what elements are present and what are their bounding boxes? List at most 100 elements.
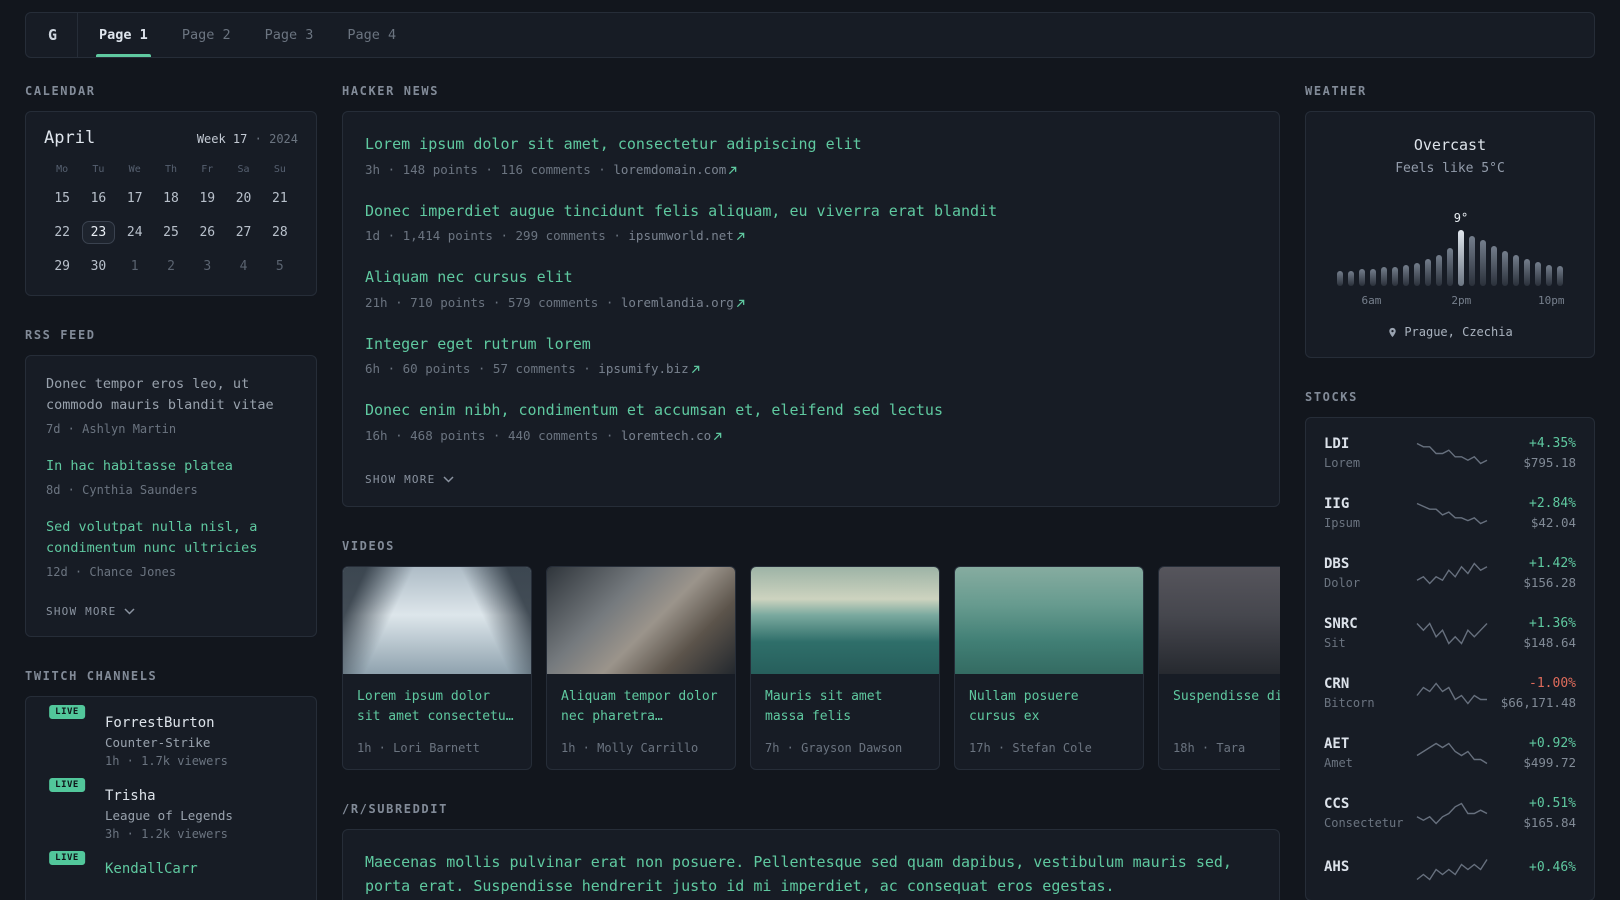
- external-link-icon: [714, 432, 722, 440]
- hn-story-link[interactable]: Aliquam nec cursus elit: [365, 267, 1257, 289]
- map-pin-icon: [1389, 327, 1397, 337]
- weather-condition: Overcast: [1413, 136, 1487, 154]
- hn-story-domain-link[interactable]: loremlandia.org: [621, 295, 745, 310]
- stocks-widget: STOCKS LDI Lorem +4.35% $795.18 IIG Ipsu…: [1305, 390, 1595, 900]
- hn-widget-title: HACKER NEWS: [342, 84, 440, 98]
- video-body: Suspendisse diam 18h · Tara: [1159, 674, 1280, 769]
- video-card[interactable]: Aliquam tempor dolor nec pharetra… 1h · …: [546, 565, 736, 770]
- stock-row[interactable]: LDI Lorem +4.35% $795.18: [1306, 423, 1594, 483]
- weather-time-label: 6am: [1361, 294, 1382, 307]
- calendar-widget: CALENDAR April Week 17 · 2024 Mo Tu We Th Fr…: [25, 84, 317, 296]
- hn-story-domain-link[interactable]: ipsumworld.net: [628, 228, 745, 244]
- hn-story-link[interactable]: Integer eget rutrum lorem: [365, 334, 1257, 356]
- hn-story-domain-link[interactable]: ipsumify.biz: [598, 361, 699, 376]
- video-card[interactable]: Nullam posuere cursus ex 17h · Stefan Co…: [954, 565, 1144, 770]
- video-thumbnail[interactable]: [751, 566, 939, 674]
- weather-time-label: 2pm: [1451, 294, 1472, 307]
- hn-story-domain-link[interactable]: loremdomain.com: [613, 162, 737, 177]
- video-meta: 7h · Grayson Dawson: [765, 740, 903, 755]
- video-card[interactable]: Suspendisse diam 18h · Tara: [1158, 565, 1280, 770]
- calendar-day-number: 27: [235, 224, 252, 240]
- stock-change: +4.35%: [1529, 436, 1576, 451]
- hn-story-link[interactable]: Lorem ipsum dolor sit amet, consectetur …: [365, 134, 1257, 156]
- stock-left: DBS Dolor: [1324, 556, 1416, 590]
- nav-tab[interactable]: Page 4: [330, 13, 413, 57]
- video-thumbnail[interactable]: [955, 566, 1143, 674]
- hn-story-domain-link[interactable]: loremtech.co: [621, 428, 722, 443]
- calendar-day: 28: [262, 219, 298, 245]
- stock-row[interactable]: CCS Consectetur +0.51% $165.84: [1306, 783, 1594, 843]
- calendar-day-number: 15: [54, 190, 70, 206]
- stock-row[interactable]: AHS +0.46%: [1306, 843, 1594, 895]
- left-column: CALENDAR April Week 17 · 2024 Mo Tu We Th Fr…: [25, 84, 317, 900]
- twitch-channel-name: ForrestBurton: [105, 714, 215, 731]
- twitch-card: LIVE ForrestBurton Counter-Strike 1h · 1…: [25, 695, 317, 900]
- rss-item: In hac habitasse platea 8d · Cynthia Sau…: [46, 456, 296, 499]
- calendar-month: April: [44, 128, 96, 148]
- rss-show-more-button[interactable]: SHOW MORE: [46, 601, 135, 622]
- rss-item-link[interactable]: Sed volutpat nulla nisl, a condimentum n…: [46, 517, 296, 559]
- stock-sparkline: [1416, 859, 1488, 881]
- hn-story-link[interactable]: Donec enim nibh, condimentum et accumsan…: [365, 400, 1257, 422]
- video-title-link[interactable]: Suspendisse diam: [1173, 687, 1280, 729]
- live-badge: LIVE: [47, 702, 87, 721]
- video-thumbnail[interactable]: [547, 566, 735, 674]
- rss-list: Donec tempor eros leo, ut commodo mauris…: [46, 374, 296, 581]
- video-title-link[interactable]: Aliquam tempor dolor nec pharetra…: [561, 687, 721, 729]
- stock-left: AHS: [1324, 859, 1416, 879]
- nav-tab[interactable]: Page 3: [248, 13, 331, 57]
- hn-show-more-button[interactable]: SHOW MORE: [365, 469, 454, 490]
- video-card[interactable]: Lorem ipsum dolor sit amet consectetu… 1…: [342, 565, 532, 770]
- nav-tab[interactable]: Page 1: [82, 13, 165, 57]
- stock-right: +1.42% $156.28: [1488, 556, 1576, 590]
- weather-location: Prague, Czechia: [1404, 325, 1513, 339]
- subreddit-list: Maecenas mollis pulvinar erat non posuer…: [365, 850, 1257, 900]
- stock-change: +2.84%: [1529, 496, 1576, 511]
- stock-row[interactable]: AET Amet +0.92% $499.72: [1306, 723, 1594, 783]
- calendar-day-number: 26: [199, 224, 216, 240]
- twitch-channel-row[interactable]: LIVE ForrestBurton Counter-Strike 1h · 1…: [44, 702, 298, 768]
- stock-left: SNRC Sit: [1324, 616, 1416, 650]
- video-thumbnail[interactable]: [343, 566, 531, 674]
- calendar-day: 25: [153, 219, 189, 245]
- stock-row[interactable]: IIG Ipsum +2.84% $42.04: [1306, 483, 1594, 543]
- rss-item-link[interactable]: Donec tempor eros leo, ut commodo mauris…: [46, 374, 296, 416]
- calendar-day: 24: [117, 219, 153, 245]
- twitch-meta: 3h · 1.2k viewers: [105, 826, 228, 841]
- rss-item-link[interactable]: In hac habitasse platea: [46, 456, 296, 477]
- twitch-channel-row[interactable]: LIVE Trisha League of Legends 3h · 1.2k …: [44, 775, 298, 841]
- app-logo[interactable]: G: [30, 13, 79, 57]
- external-link-icon: [736, 299, 745, 307]
- hn-show-more-label: SHOW MORE: [365, 472, 436, 486]
- stock-row[interactable]: CRN Bitcorn -1.00% $66,171.48: [1306, 663, 1594, 723]
- twitch-channel-row[interactable]: LIVE KendallCarr: [44, 848, 298, 881]
- twitch-channel-info: KendallCarr: [105, 861, 198, 881]
- weather-bar: [1392, 267, 1398, 286]
- stock-right: -1.00% $66,171.48: [1488, 676, 1576, 710]
- stock-row[interactable]: SNRC Sit +1.36% $148.64: [1306, 603, 1594, 663]
- video-thumbnail[interactable]: [1159, 566, 1280, 674]
- calendar-day: 18: [153, 185, 189, 211]
- stock-right: +0.51% $165.84: [1488, 796, 1576, 830]
- video-title-link[interactable]: Nullam posuere cursus ex: [969, 687, 1129, 729]
- twitch-widget: TWITCH CHANNELS LIVE ForrestBurton Count…: [25, 669, 317, 900]
- calendar-day-number: 19: [199, 190, 216, 206]
- weather-bar: [1337, 271, 1343, 286]
- hn-story-domain: ipsumworld.net: [628, 228, 734, 244]
- nav-tab[interactable]: Page 2: [165, 13, 248, 57]
- calendar-day-number: 16: [90, 190, 107, 206]
- weather-bar: 9°: [1454, 211, 1468, 286]
- subreddit-post-link[interactable]: Maecenas mollis pulvinar erat non posuer…: [365, 850, 1257, 900]
- stock-price: $499.72: [1523, 755, 1576, 770]
- stock-name: Dolor: [1324, 576, 1361, 590]
- video-title-link[interactable]: Lorem ipsum dolor sit amet consectetu…: [357, 687, 517, 729]
- stock-symbol: LDI: [1324, 436, 1350, 452]
- weather-bar: [1359, 269, 1365, 286]
- video-title-link[interactable]: Mauris sit amet massa felis: [765, 687, 925, 729]
- video-card[interactable]: Mauris sit amet massa felis 7h · Grayson…: [750, 565, 940, 770]
- twitch-game: Counter-Strike: [105, 734, 211, 750]
- calendar-dow: Tu: [92, 164, 105, 175]
- hn-story-stats: 21h · 710 points · 579 comments ·: [365, 294, 621, 310]
- stock-row[interactable]: DBS Dolor +1.42% $156.28: [1306, 543, 1594, 603]
- hn-story-link[interactable]: Donec imperdiet augue tincidunt felis al…: [365, 201, 1257, 223]
